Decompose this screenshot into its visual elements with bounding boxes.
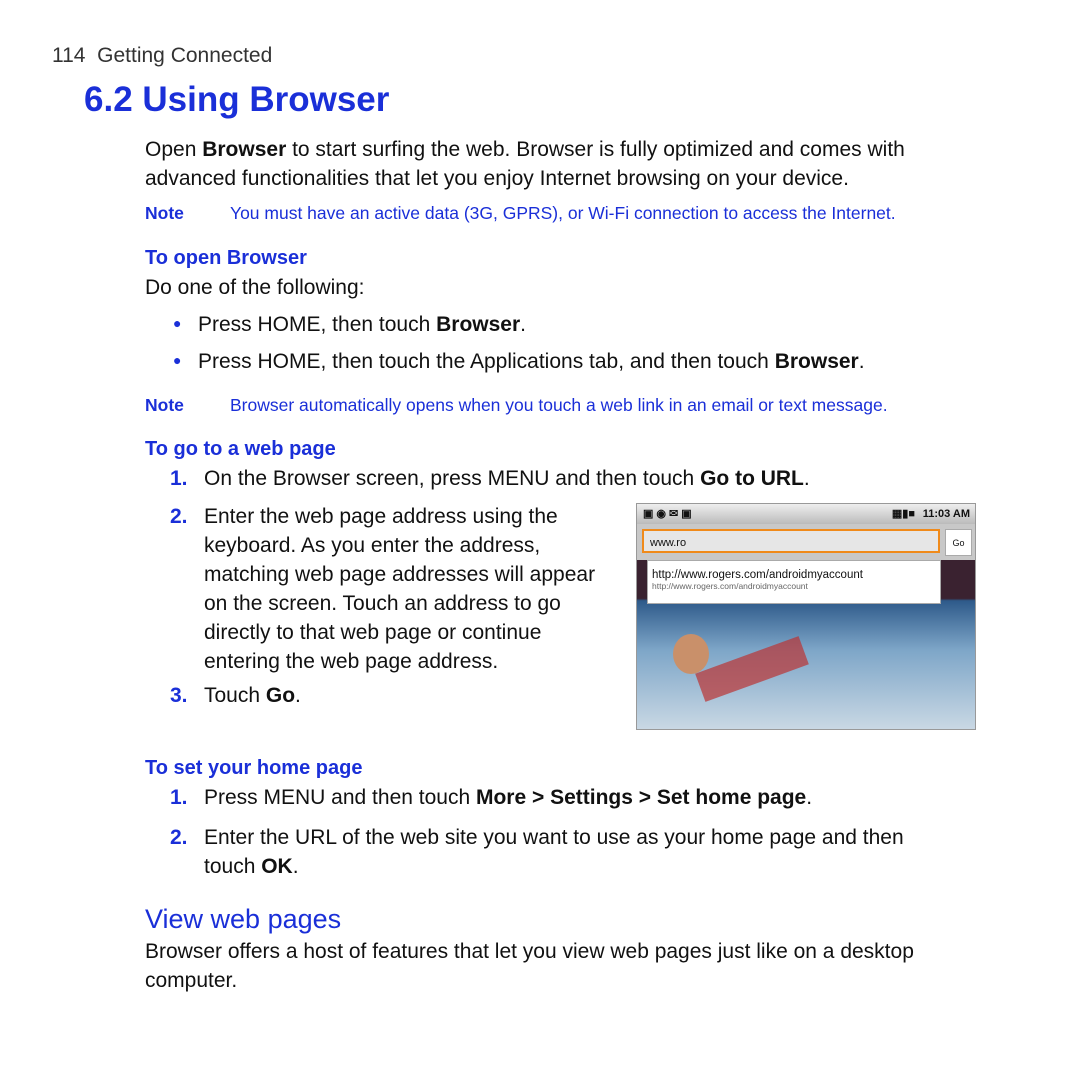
heading-go-to-web-page: To go to a web page [145,438,336,460]
intro-line2: advanced functionalities that let you en… [145,167,849,190]
step-item: 2. Enter the URL of the web site you want… [170,826,904,878]
heading-set-home-page: To set your home page [145,757,363,779]
person-body-image [695,636,809,702]
url-bar: www.ro Go [637,524,975,560]
status-bar: ▣◉✉▣ ▦▮■ 11:03 AM [637,504,975,524]
section-name: Getting Connected [97,44,273,67]
go-button[interactable]: Go [945,529,972,556]
page-title: 6.2 Using Browser [84,80,390,119]
view-line2: computer. [145,969,238,992]
step-item: 3. Touch Go. [170,684,301,707]
signal-battery-icons: ▦▮■ [891,508,915,520]
intro-line1: Open Browser to start surfing the web. B… [145,138,905,161]
note-1: Note You must have an active data (3G, GP… [145,203,896,223]
browser-screenshot: ▣◉✉▣ ▦▮■ 11:03 AM www.ro Go http://www.r… [636,503,976,730]
open-lead: Do one of the following: [145,276,365,299]
page-number: 114 [52,44,86,67]
heading-open-browser: To open Browser [145,247,307,269]
document-page: 114 Getting Connected 6.2 Using Browser … [0,0,1080,1080]
running-header: 114 Getting Connected [52,44,272,68]
step-item: 1. On the Browser screen, press MENU and … [170,467,810,490]
heading-view-web-pages: View web pages [145,904,342,934]
step-item: 1. Press MENU and then touch More > Setti… [170,786,813,809]
bullet-item: ● Press HOME, then touch the Applications… [173,350,865,373]
clock: 11:03 AM [922,508,970,520]
view-line1: Browser offers a host of features that l… [145,940,914,963]
bullet-item: ● Press HOME, then touch Browser. [173,313,526,336]
suggestion-url: http://www.rogers.com/androidmyaccount [652,581,808,591]
notification-icons: ▣◉✉▣ [643,508,695,520]
note-2: Note Browser automatically opens when you… [145,395,888,415]
url-suggestion[interactable]: http://www.rogers.com/androidmyaccount h… [647,560,941,604]
step-item: 2. Enter the web page address using the k… [170,505,596,673]
suggestion-title: http://www.rogers.com/androidmyaccount [652,569,863,581]
url-input[interactable]: www.ro [642,529,940,553]
person-image [673,634,709,674]
